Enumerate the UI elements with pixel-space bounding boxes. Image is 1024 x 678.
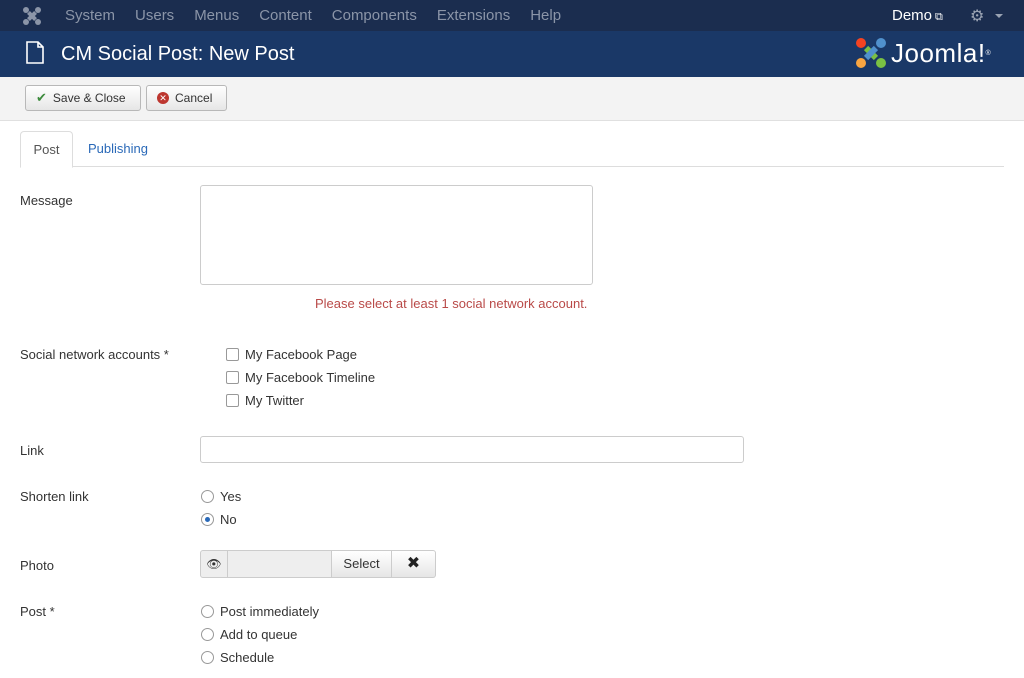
page-title: CM Social Post: New Post: [61, 43, 295, 65]
validation-error: Please select at least 1 social network …: [315, 296, 588, 311]
tab-publishing[interactable]: Publishing: [76, 131, 160, 167]
checkbox[interactable]: [226, 371, 239, 384]
option-label: Add to queue: [220, 627, 298, 642]
message-textarea[interactable]: [200, 185, 593, 285]
option-label: Post immediately: [220, 604, 319, 619]
shorten-no-option[interactable]: No: [201, 512, 237, 527]
external-link-icon: ⧉: [935, 11, 943, 23]
schedule-option[interactable]: Schedule: [201, 650, 274, 665]
menu-extensions[interactable]: Extensions: [437, 0, 510, 31]
account-label: My Facebook Timeline: [245, 370, 376, 385]
menu-components[interactable]: Components: [332, 0, 417, 31]
account-label: My Facebook Page: [245, 347, 358, 362]
clear-x-icon[interactable]: ✖: [392, 550, 436, 578]
site-link[interactable]: Demo ⧉: [892, 0, 943, 33]
brand-wordmark: Joomla!: [891, 37, 986, 68]
option-label: Yes: [220, 489, 242, 504]
photo-media-field: 👁 Select ✖: [200, 550, 436, 578]
registered-mark: ®: [985, 49, 991, 57]
cancel-button[interactable]: ✕ Cancel: [146, 85, 227, 111]
radio-button[interactable]: [201, 605, 214, 618]
checkbox[interactable]: [226, 348, 239, 361]
cancel-icon: ✕: [157, 92, 169, 104]
post-label: Post *: [20, 604, 55, 619]
option-label: Schedule: [220, 650, 275, 665]
cancel-label: Cancel: [175, 91, 213, 105]
account-option-facebook-timeline[interactable]: My Facebook Timeline: [226, 370, 375, 385]
gear-icon[interactable]: ⚙: [970, 6, 984, 26]
photo-select-button[interactable]: Select: [331, 550, 392, 578]
menu-users[interactable]: Users: [135, 0, 174, 31]
radio-button-selected[interactable]: [201, 513, 214, 526]
menu-menus[interactable]: Menus: [194, 0, 239, 31]
shorten-yes-option[interactable]: Yes: [201, 489, 241, 504]
save-close-label: Save & Close: [52, 91, 126, 105]
joomla-brand-icon: [856, 38, 886, 68]
menu-help[interactable]: Help: [530, 0, 561, 31]
main-menu: System Users Menus Content Components Ex…: [65, 0, 581, 31]
checkbox[interactable]: [226, 394, 239, 407]
save-close-button[interactable]: ✔ Save & Close: [25, 85, 141, 111]
accounts-label: Social network accounts *: [20, 347, 169, 362]
chevron-down-icon[interactable]: [995, 14, 1003, 18]
radio-button[interactable]: [201, 651, 214, 664]
radio-button[interactable]: [201, 490, 214, 503]
page-header: CM Social Post: New Post Joomla! ®: [0, 31, 1024, 77]
joomla-brand-logo: Joomla! ®: [855, 35, 991, 71]
toolbar: ✔ Save & Close ✕ Cancel: [0, 77, 1024, 121]
checkmark-icon: ✔: [36, 90, 47, 105]
site-name: Demo: [892, 7, 933, 24]
option-label: No: [220, 512, 237, 527]
account-option-facebook-page[interactable]: My Facebook Page: [226, 347, 357, 362]
tab-bar: Post Publishing: [20, 131, 1004, 168]
document-icon: [26, 41, 44, 64]
tab-post[interactable]: Post: [20, 131, 73, 168]
message-label: Message: [20, 193, 73, 208]
preview-eye-icon[interactable]: 👁: [200, 550, 228, 578]
shorten-link-label: Shorten link: [20, 489, 89, 504]
account-label: My Twitter: [245, 393, 304, 408]
add-to-queue-option[interactable]: Add to queue: [201, 627, 297, 642]
post-immediately-option[interactable]: Post immediately: [201, 604, 319, 619]
radio-button[interactable]: [201, 628, 214, 641]
menu-system[interactable]: System: [65, 0, 115, 31]
menu-content[interactable]: Content: [259, 0, 312, 31]
photo-path-field: [228, 550, 331, 578]
link-input[interactable]: [200, 436, 744, 463]
joomla-logo-icon[interactable]: [22, 6, 42, 26]
account-option-twitter[interactable]: My Twitter: [226, 393, 304, 408]
photo-label: Photo: [20, 558, 54, 573]
top-navbar: System Users Menus Content Components Ex…: [0, 0, 1024, 31]
link-label: Link: [20, 443, 44, 458]
